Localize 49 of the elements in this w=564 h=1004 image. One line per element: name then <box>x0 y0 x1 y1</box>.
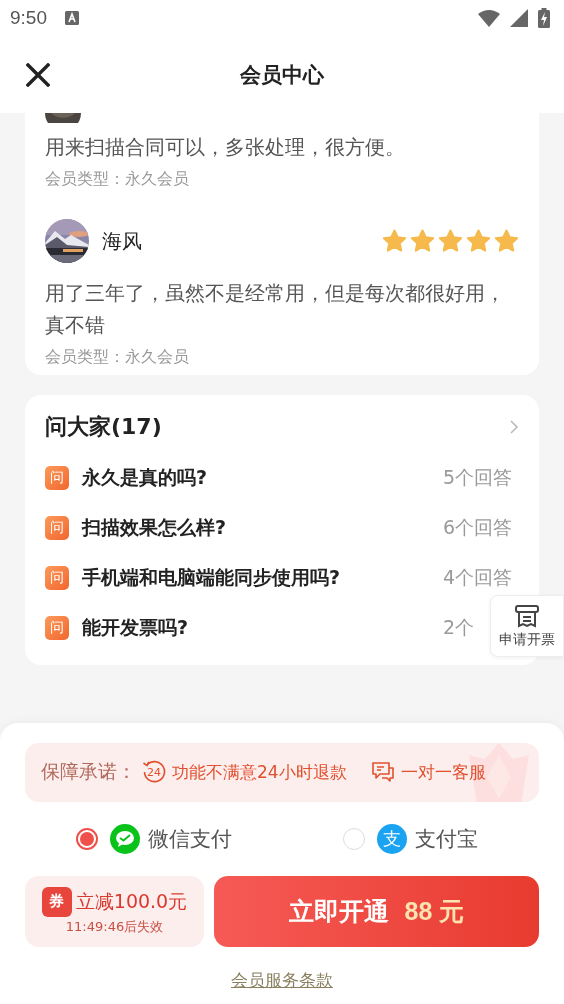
keyboard-icon <box>65 11 79 25</box>
receipt-icon <box>514 603 540 629</box>
payment-option[interactable]: 微信支付 <box>25 823 282 854</box>
wifi-icon <box>478 9 500 27</box>
question-badge: 问 <box>45 616 69 640</box>
question-badge: 问 <box>45 516 69 540</box>
radio-button[interactable] <box>75 827 98 850</box>
refund-24h-icon: 24 <box>142 760 166 785</box>
answer-count: 6个回答 <box>443 515 513 540</box>
guarantee-item: 一对一客服 <box>400 760 486 784</box>
member-type: 会员类型：永久会员 <box>45 168 190 190</box>
page-title: 会员中心 <box>240 61 324 89</box>
guarantee-item: 功能不满意24小时退款 <box>172 760 347 784</box>
star-icon <box>494 228 519 254</box>
discount-amount: 立减100.0元 <box>75 888 188 914</box>
status-time: 9:50 <box>10 7 47 29</box>
question-link[interactable]: 永久是真的吗? <box>82 465 208 491</box>
expiry-countdown: 11:49:46后失效 <box>65 917 164 936</box>
section-title: 问大家(17) <box>45 413 162 441</box>
answer-count: 2个 <box>443 615 475 640</box>
question-badge: 问 <box>45 566 69 590</box>
question-link[interactable]: 扫描效果怎么样? <box>82 515 227 541</box>
answer-count: 5个回答 <box>443 465 513 490</box>
chat-bubble-icon <box>109 823 140 854</box>
coupon-badge: 券 <box>41 886 72 917</box>
subscribe-button[interactable]: 立即开通 88 元 <box>214 875 539 947</box>
review-text: 用来扫描合同可以，多张处理，很方便。 <box>45 134 406 161</box>
answer-count: 4个回答 <box>443 565 513 590</box>
battery-icon <box>538 8 550 28</box>
chevron-right-icon[interactable] <box>509 419 519 435</box>
terms-link[interactable]: 会员服务条款 <box>231 969 333 992</box>
payment-option[interactable]: 支 支付宝 <box>282 823 539 854</box>
question-link[interactable]: 能开发票吗? <box>82 615 189 641</box>
invoice-button[interactable]: 申请开票 <box>490 595 564 657</box>
review-text: 用了三年了，虽然不是经常用，但是每次都很好用，真不错 <box>45 280 506 339</box>
star-icon <box>466 228 491 254</box>
star-icon <box>382 228 407 254</box>
guarantee-label: 保障承诺： <box>41 759 136 785</box>
signal-icon <box>510 9 528 27</box>
close-button[interactable] <box>25 61 51 88</box>
question-link[interactable]: 手机端和电脑端能同步使用吗? <box>82 565 341 591</box>
star-icon <box>438 228 463 254</box>
chat-icon <box>370 761 395 784</box>
reviewer-name: 海风 <box>102 227 143 255</box>
member-type: 会员类型：永久会员 <box>45 346 190 368</box>
close-icon <box>26 62 50 87</box>
payment-logo-icon: 支 <box>377 823 407 854</box>
question-badge: 问 <box>45 466 69 490</box>
star-icon <box>410 228 435 254</box>
